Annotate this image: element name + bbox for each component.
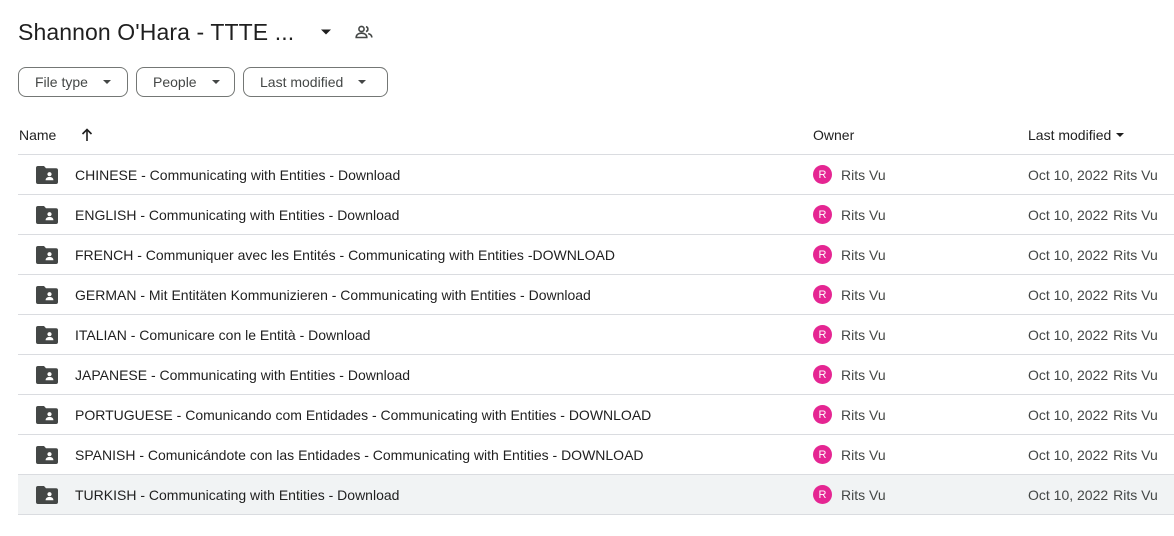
modified-by: Rits Vu [1113,406,1158,423]
people-icon[interactable] [352,20,376,44]
file-name[interactable]: PORTUGUESE - Comunicando com Entidades -… [75,395,651,434]
modified-date: Oct 10, 2022 [1028,406,1109,423]
last-modified-filter[interactable]: Last modified [243,67,388,97]
modified-by: Rits Vu [1113,246,1158,263]
file-row[interactable]: ITALIAN - Comunicare con le Entità - Dow… [18,315,1174,355]
avatar: R [813,445,832,464]
file-row[interactable]: TURKISH - Communicating with Entities - … [18,475,1174,515]
modified-by: Rits Vu [1113,166,1158,183]
file-row[interactable]: FRENCH - Communiquer avec les Entités - … [18,235,1174,275]
column-header-owner[interactable]: Owner [813,116,854,154]
avatar: R [813,245,832,264]
table-header: Name Owner Last modified [18,116,1174,155]
last-modified-cell: Oct 10, 2022 Rits Vu [1028,355,1158,394]
shared-folder-icon [36,326,58,344]
file-name[interactable]: ENGLISH - Communicating with Entities - … [75,195,399,234]
modified-by: Rits Vu [1113,326,1158,343]
shared-folder-icon [36,166,58,184]
avatar: R [813,485,832,504]
shared-folder-icon [36,486,58,504]
last-modified-cell: Oct 10, 2022 Rits Vu [1028,315,1158,354]
file-type-filter-label: File type [35,74,88,90]
file-row[interactable]: ENGLISH - Communicating with Entities - … [18,195,1174,235]
last-modified-cell: Oct 10, 2022 Rits Vu [1028,395,1158,434]
owner-name: Rits Vu [841,206,886,223]
column-header-last-modified[interactable]: Last modified [1028,116,1125,154]
file-row[interactable]: SPANISH - Comunicándote con las Entidade… [18,435,1174,475]
filter-chips: File type People Last modified [18,67,388,97]
last-modified-cell: Oct 10, 2022 Rits Vu [1028,235,1158,274]
modified-by: Rits Vu [1113,206,1158,223]
owner-name: Rits Vu [841,486,886,503]
file-name[interactable]: CHINESE - Communicating with Entities - … [75,155,400,194]
modified-date: Oct 10, 2022 [1028,166,1109,183]
folder-header: Shannon O'Hara - TTTE ... [18,14,376,50]
modified-date: Oct 10, 2022 [1028,286,1109,303]
folder-title[interactable]: Shannon O'Hara - TTTE ... [18,19,294,46]
avatar: R [813,285,832,304]
arrow-drop-down-icon[interactable] [314,20,338,44]
file-name[interactable]: FRENCH - Communiquer avec les Entités - … [75,235,615,274]
modified-date: Oct 10, 2022 [1028,326,1109,343]
modified-by: Rits Vu [1113,446,1158,463]
avatar: R [813,165,832,184]
arrow-drop-down-icon [102,79,112,85]
arrow-upward-icon[interactable] [78,116,96,154]
people-filter[interactable]: People [136,67,235,97]
owner-name: Rits Vu [841,246,886,263]
file-row[interactable]: JAPANESE - Communicating with Entities -… [18,355,1174,395]
file-name[interactable]: TURKISH - Communicating with Entities - … [75,475,399,514]
file-list: CHINESE - Communicating with Entities - … [18,155,1174,515]
last-modified-cell: Oct 10, 2022 Rits Vu [1028,475,1158,514]
file-name[interactable]: SPANISH - Comunicándote con las Entidade… [75,435,644,474]
arrow-drop-down-icon [1115,132,1125,138]
shared-folder-icon [36,246,58,264]
avatar: R [813,205,832,224]
drive-folder-view: Shannon O'Hara - TTTE ... File type Peop… [0,0,1174,536]
shared-folder-icon [36,206,58,224]
modified-date: Oct 10, 2022 [1028,246,1109,263]
arrow-drop-down-icon [357,79,367,85]
modified-by: Rits Vu [1113,366,1158,383]
file-type-filter[interactable]: File type [18,67,128,97]
shared-folder-icon [36,406,58,424]
avatar: R [813,365,832,384]
file-name[interactable]: JAPANESE - Communicating with Entities -… [75,355,410,394]
last-modified-cell: Oct 10, 2022 Rits Vu [1028,195,1158,234]
shared-folder-icon [36,286,58,304]
owner-name: Rits Vu [841,366,886,383]
modified-date: Oct 10, 2022 [1028,366,1109,383]
last-modified-cell: Oct 10, 2022 Rits Vu [1028,435,1158,474]
modified-by: Rits Vu [1113,286,1158,303]
owner-name: Rits Vu [841,286,886,303]
column-header-name[interactable]: Name [19,116,56,154]
last-modified-cell: Oct 10, 2022 Rits Vu [1028,275,1158,314]
last-modified-cell: Oct 10, 2022 Rits Vu [1028,155,1158,194]
modified-by: Rits Vu [1113,486,1158,503]
shared-folder-icon [36,366,58,384]
file-row[interactable]: PORTUGUESE - Comunicando com Entidades -… [18,395,1174,435]
shared-folder-icon [36,446,58,464]
modified-date: Oct 10, 2022 [1028,446,1109,463]
file-row[interactable]: GERMAN - Mit Entitäten Kommunizieren - C… [18,275,1174,315]
avatar: R [813,325,832,344]
column-header-last-modified-label: Last modified [1028,127,1112,143]
file-name[interactable]: ITALIAN - Comunicare con le Entità - Dow… [75,315,370,354]
modified-date: Oct 10, 2022 [1028,486,1109,503]
modified-date: Oct 10, 2022 [1028,206,1109,223]
file-name[interactable]: GERMAN - Mit Entitäten Kommunizieren - C… [75,275,591,314]
people-filter-label: People [153,74,197,90]
last-modified-filter-label: Last modified [260,74,344,90]
owner-name: Rits Vu [841,446,886,463]
arrow-drop-down-icon [211,79,221,85]
owner-name: Rits Vu [841,166,886,183]
owner-name: Rits Vu [841,406,886,423]
file-row[interactable]: CHINESE - Communicating with Entities - … [18,155,1174,195]
owner-name: Rits Vu [841,326,886,343]
avatar: R [813,405,832,424]
